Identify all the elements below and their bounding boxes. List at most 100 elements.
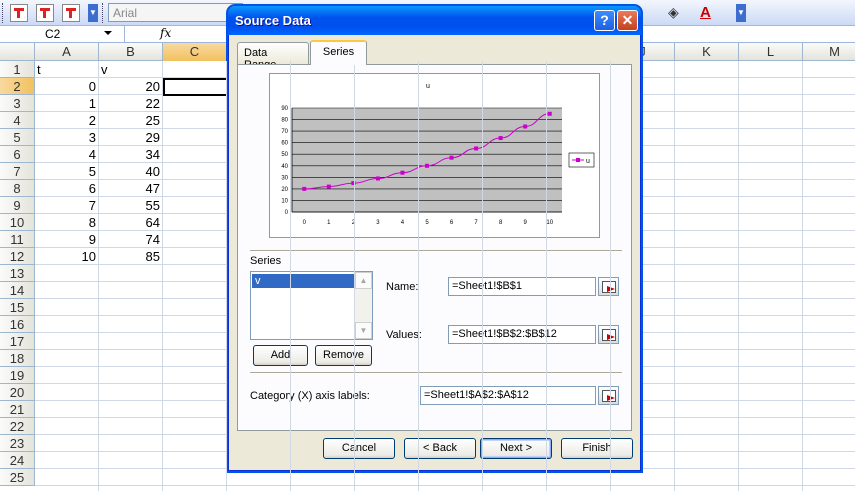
row-header-6[interactable]: 6: [0, 146, 35, 163]
column-header-b[interactable]: B: [99, 43, 163, 61]
series-list-item[interactable]: v: [252, 274, 355, 288]
active-cell[interactable]: [163, 78, 229, 96]
name-range-picker-icon[interactable]: [598, 277, 619, 296]
font-color-icon[interactable]: A: [700, 4, 718, 22]
cell-a11[interactable]: 9: [35, 231, 99, 248]
column-header-l[interactable]: L: [739, 43, 803, 61]
finish-button[interactable]: Finish: [561, 438, 633, 459]
cell-b8[interactable]: 47: [99, 180, 163, 197]
cell-a8[interactable]: 6: [35, 180, 99, 197]
values-field[interactable]: =Sheet1!$B$2:$B$12: [448, 325, 596, 344]
name-field[interactable]: =Sheet1!$B$1: [448, 277, 596, 296]
help-button[interactable]: ?: [594, 10, 615, 31]
tab-data-range[interactable]: Data Range: [237, 42, 309, 71]
cell-b12[interactable]: 85: [99, 248, 163, 265]
grid-line: [418, 61, 419, 491]
cell-a6[interactable]: 4: [35, 146, 99, 163]
row-header-3[interactable]: 3: [0, 95, 35, 112]
data-point: [547, 111, 552, 116]
cancel-button[interactable]: Cancel: [323, 438, 395, 459]
cell-a5[interactable]: 3: [35, 129, 99, 146]
toolbar-grip[interactable]: [2, 3, 5, 23]
cell-a9[interactable]: 7: [35, 197, 99, 214]
grid-line: [610, 61, 611, 491]
cell-b11[interactable]: 74: [99, 231, 163, 248]
scroll-down-icon[interactable]: ▼: [355, 322, 372, 339]
column-header-m[interactable]: M: [803, 43, 855, 61]
row-header-24[interactable]: 24: [0, 452, 35, 469]
row-header-16[interactable]: 16: [0, 316, 35, 333]
cell-b10[interactable]: 64: [99, 214, 163, 231]
tab-series[interactable]: Series: [310, 40, 367, 65]
row-header-1[interactable]: 1: [0, 61, 35, 78]
cell-b6[interactable]: 34: [99, 146, 163, 163]
cell-a1[interactable]: t: [37, 61, 97, 78]
data-point: [302, 186, 307, 191]
row-header-13[interactable]: 13: [0, 265, 35, 282]
dialog-title[interactable]: Source Data: [228, 6, 641, 35]
column-header-c[interactable]: C: [163, 43, 227, 61]
category-range-picker-icon[interactable]: [598, 386, 619, 405]
insert-function-icon[interactable]: fx: [160, 26, 171, 40]
row-header-20[interactable]: 20: [0, 384, 35, 401]
category-field[interactable]: =Sheet1!$A$2:$A$12: [420, 386, 596, 405]
add-button[interactable]: Add: [253, 345, 308, 366]
select-all-corner[interactable]: [0, 43, 35, 61]
row-header-12[interactable]: 12: [0, 248, 35, 265]
series-list-scrollbar[interactable]: ▲ ▼: [355, 272, 372, 339]
scroll-up-icon[interactable]: ▲: [355, 272, 372, 289]
row-header-9[interactable]: 9: [0, 197, 35, 214]
row-header-7[interactable]: 7: [0, 163, 35, 180]
row-header-14[interactable]: 14: [0, 282, 35, 299]
row-header-11[interactable]: 11: [0, 231, 35, 248]
row-header-19[interactable]: 19: [0, 367, 35, 384]
cell-b2[interactable]: 20: [99, 78, 163, 95]
cell-b7[interactable]: 40: [99, 163, 163, 180]
cell-a4[interactable]: 2: [35, 112, 99, 129]
cell-a12[interactable]: 10: [35, 248, 99, 265]
row-header-4[interactable]: 4: [0, 112, 35, 129]
x-tick-label: 8: [499, 220, 503, 226]
row-header-8[interactable]: 8: [0, 180, 35, 197]
cell-b9[interactable]: 55: [99, 197, 163, 214]
pdf-convert-icon[interactable]: [10, 4, 28, 22]
toolbar-options-icon[interactable]: ▼: [736, 4, 746, 22]
y-tick-label: 80: [281, 118, 288, 124]
row-header-10[interactable]: 10: [0, 214, 35, 231]
back-button[interactable]: < Back: [404, 438, 476, 459]
font-name-box[interactable]: Arial: [108, 3, 243, 22]
name-box-dropdown-icon[interactable]: [104, 31, 112, 35]
row-header-2[interactable]: 2: [0, 78, 35, 95]
cell-a2[interactable]: 0: [35, 78, 99, 95]
cell-a7[interactable]: 5: [35, 163, 99, 180]
cell-b1[interactable]: v: [101, 61, 161, 78]
remove-button[interactable]: Remove: [315, 345, 372, 366]
pdf-review-icon[interactable]: [62, 4, 80, 22]
cell-a3[interactable]: 1: [35, 95, 99, 112]
toolbar-options-icon[interactable]: ▼: [88, 4, 98, 22]
close-button[interactable]: ✕: [617, 10, 638, 31]
toolbar-grip[interactable]: [102, 3, 105, 23]
cell-b4[interactable]: 25: [99, 112, 163, 129]
pdf-email-icon[interactable]: [36, 4, 54, 22]
series-heading: Series: [250, 255, 282, 267]
values-range-picker-icon[interactable]: [598, 325, 619, 344]
row-header-5[interactable]: 5: [0, 129, 35, 146]
data-point: [449, 155, 454, 160]
column-header-a[interactable]: A: [35, 43, 99, 61]
row-header-15[interactable]: 15: [0, 299, 35, 316]
column-header-k[interactable]: K: [675, 43, 739, 61]
row-header-17[interactable]: 17: [0, 333, 35, 350]
row-header-23[interactable]: 23: [0, 435, 35, 452]
cell-a10[interactable]: 8: [35, 214, 99, 231]
cell-b3[interactable]: 22: [99, 95, 163, 112]
next-button[interactable]: Next >: [480, 438, 552, 459]
fill-color-icon[interactable]: ◈: [668, 4, 686, 22]
row-header-25[interactable]: 25: [0, 469, 35, 486]
row-header-18[interactable]: 18: [0, 350, 35, 367]
chart-title: u: [426, 83, 430, 90]
grid-line: [802, 61, 803, 491]
cell-b5[interactable]: 29: [99, 129, 163, 146]
row-header-22[interactable]: 22: [0, 418, 35, 435]
row-header-21[interactable]: 21: [0, 401, 35, 418]
